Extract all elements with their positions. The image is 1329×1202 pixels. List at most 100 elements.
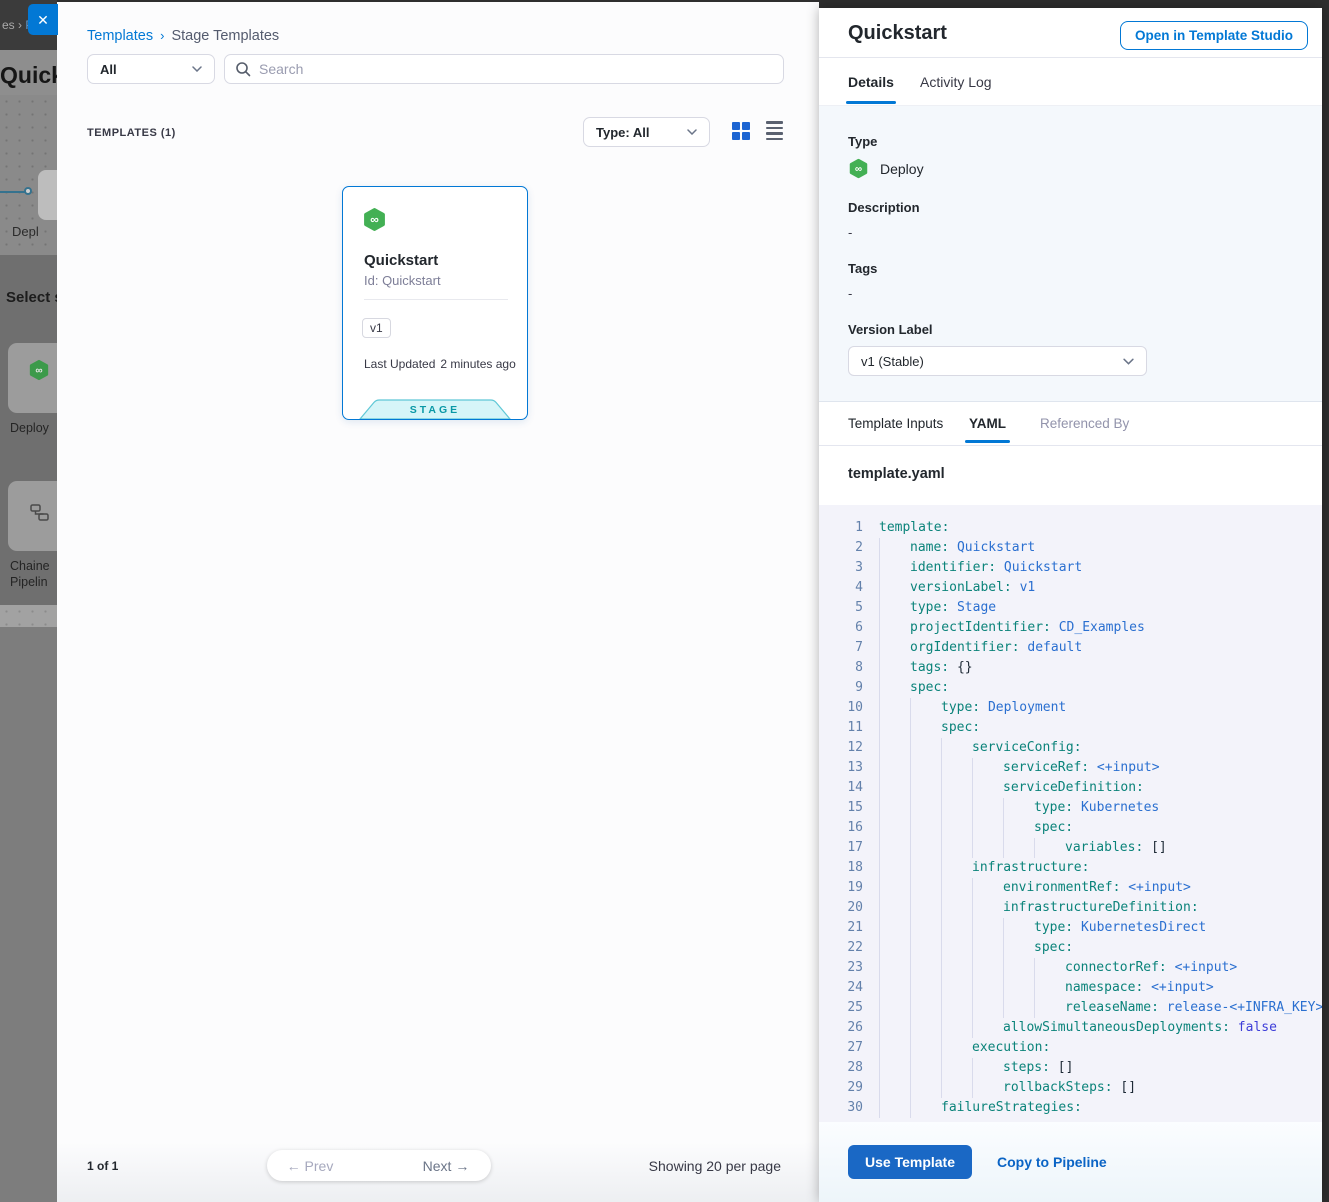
yaml-line: 20infrastructureDefinition: bbox=[829, 898, 1322, 918]
description-value: - bbox=[848, 225, 1322, 240]
use-template-button[interactable]: Use Template bbox=[848, 1145, 972, 1179]
page-size-label: Showing 20 per page bbox=[649, 1158, 781, 1174]
chained-card-label: Chaine Pipelin bbox=[10, 558, 50, 590]
yaml-line: 18infrastructure: bbox=[829, 858, 1322, 878]
yaml-line: 29rollbackSteps: [] bbox=[829, 1078, 1322, 1098]
tags-value: - bbox=[848, 286, 1322, 301]
template-card-quickstart[interactable]: ∞ Quickstart Id: Quickstart v1 Last Upda… bbox=[342, 186, 528, 420]
deploy-stage-icon: ∞ bbox=[848, 158, 869, 179]
templates-list-header: TEMPLATES (1) Type: All bbox=[87, 115, 789, 149]
yaml-line: 21type: KubernetesDirect bbox=[829, 918, 1322, 938]
yaml-line: 26allowSimultaneousDeployments: false bbox=[829, 1018, 1322, 1038]
chevron-down-icon bbox=[1123, 358, 1134, 365]
deploy-card-label: Deploy bbox=[10, 420, 49, 436]
open-in-template-studio-button[interactable]: Open in Template Studio bbox=[1120, 21, 1308, 50]
yaml-line: 13serviceRef: <+input> bbox=[829, 758, 1322, 778]
chevron-down-icon bbox=[687, 129, 697, 135]
yaml-line: 24namespace: <+input> bbox=[829, 978, 1322, 998]
svg-text:∞: ∞ bbox=[35, 366, 42, 377]
breadcrumb-chevron-icon: › bbox=[160, 28, 164, 43]
version-dropdown[interactable]: v1 (Stable) bbox=[848, 346, 1147, 376]
panel-footer: Use Template Copy to Pipeline bbox=[819, 1122, 1322, 1202]
next-page-button[interactable]: Next → bbox=[401, 1150, 491, 1181]
yaml-line: 7orgIdentifier: default bbox=[829, 638, 1322, 658]
details-tabs: Details Activity Log bbox=[819, 58, 1322, 106]
type-value: Deploy bbox=[880, 161, 924, 177]
chained-pipeline-icon bbox=[30, 503, 50, 523]
pipeline-stage-label: Depl bbox=[12, 224, 39, 239]
select-stage-heading: Select s bbox=[6, 289, 57, 306]
yaml-filename: template.yaml bbox=[848, 466, 945, 482]
yaml-line: 1template: bbox=[829, 518, 1322, 538]
yaml-line: 25releaseName: release-<+INFRA_KEY> bbox=[829, 998, 1322, 1018]
type-value-row: ∞ Deploy bbox=[848, 158, 1322, 179]
version-badge: v1 bbox=[362, 318, 391, 338]
search-input[interactable] bbox=[259, 61, 773, 77]
yaml-line: 9spec: bbox=[829, 678, 1322, 698]
background-stage-picker: Select s ∞ Deploy Chaine Pipelin bbox=[0, 255, 57, 605]
pagination-summary: 1 of 1 bbox=[87, 1159, 118, 1173]
prev-page-button[interactable]: ← Prev bbox=[267, 1150, 353, 1181]
deploy-stage-card: ∞ bbox=[8, 343, 57, 413]
yaml-line: 15type: Kubernetes bbox=[829, 798, 1322, 818]
card-divider bbox=[364, 299, 508, 300]
yaml-line: 16spec: bbox=[829, 818, 1322, 838]
yaml-line: 14serviceDefinition: bbox=[829, 778, 1322, 798]
yaml-line: 11spec: bbox=[829, 718, 1322, 738]
type-filter-value: Type: All bbox=[596, 125, 649, 140]
background-pipeline-canvas: Depl bbox=[0, 95, 57, 255]
template-title: Quickstart bbox=[848, 22, 947, 45]
scope-filter-dropdown[interactable]: All bbox=[87, 54, 215, 84]
copy-to-pipeline-link[interactable]: Copy to Pipeline bbox=[997, 1154, 1107, 1170]
yaml-line: 12serviceConfig: bbox=[829, 738, 1322, 758]
yaml-line: 2name: Quickstart bbox=[829, 538, 1322, 558]
template-details-panel: Quickstart Open in Template Studio Detai… bbox=[819, 8, 1322, 1202]
tab-template-inputs[interactable]: Template Inputs bbox=[848, 416, 943, 431]
yaml-file-bar: template.yaml bbox=[819, 446, 1322, 505]
background-dotted-band bbox=[0, 605, 57, 627]
template-card-id: Id: Quickstart bbox=[364, 273, 441, 288]
yaml-code[interactable]: 1template:2name: Quickstart3identifier: … bbox=[819, 505, 1322, 1122]
list-view-button[interactable] bbox=[766, 121, 783, 140]
page-1-button[interactable]: 1 bbox=[353, 1150, 401, 1181]
yaml-line: 28steps: [] bbox=[829, 1058, 1322, 1078]
search-box bbox=[224, 54, 784, 84]
arrow-right-icon: → bbox=[455, 1158, 469, 1174]
version-label: Version Label bbox=[848, 322, 1322, 337]
breadcrumb-templates-link[interactable]: Templates bbox=[87, 28, 153, 44]
tab-yaml[interactable]: YAML bbox=[969, 416, 1006, 431]
last-updated: Last Updated2 minutes ago bbox=[364, 357, 516, 371]
version-dropdown-value: v1 (Stable) bbox=[861, 354, 924, 369]
svg-text:∞: ∞ bbox=[370, 213, 379, 227]
deploy-stage-icon: ∞ bbox=[362, 207, 387, 232]
type-filter-dropdown[interactable]: Type: All bbox=[583, 117, 710, 147]
tab-activity-log[interactable]: Activity Log bbox=[920, 74, 992, 90]
tags-label: Tags bbox=[848, 261, 1322, 276]
search-icon bbox=[235, 61, 251, 77]
dimmed-background: es › Pipe Quicks Depl Select s ∞ Deploy … bbox=[0, 0, 57, 1202]
view-toggle bbox=[732, 121, 783, 140]
yaml-line: 3identifier: Quickstart bbox=[829, 558, 1322, 578]
description-label: Description bbox=[848, 200, 1322, 215]
yaml-line: 10type: Deployment bbox=[829, 698, 1322, 718]
yaml-line: 4versionLabel: v1 bbox=[829, 578, 1322, 598]
template-card-title: Quickstart bbox=[364, 252, 438, 269]
close-drawer-button[interactable]: ✕ bbox=[28, 4, 58, 35]
templates-count: TEMPLATES (1) bbox=[87, 127, 176, 139]
breadcrumb: Templates › Stage Templates bbox=[87, 28, 279, 44]
deploy-stage-icon: ∞ bbox=[28, 359, 50, 381]
yaml-line: 8tags: {} bbox=[829, 658, 1322, 678]
grid-view-button[interactable] bbox=[732, 122, 750, 140]
tab-details[interactable]: Details bbox=[848, 74, 894, 90]
yaml-line: 6projectIdentifier: CD_Examples bbox=[829, 618, 1322, 638]
breadcrumb-current: Stage Templates bbox=[171, 28, 279, 44]
tab-referenced-by[interactable]: Referenced By bbox=[1040, 416, 1129, 431]
yaml-line: 17variables: [] bbox=[829, 838, 1322, 858]
type-label: Type bbox=[848, 134, 1322, 149]
pipeline-stage-node bbox=[38, 170, 57, 220]
yaml-line: 5type: Stage bbox=[829, 598, 1322, 618]
pagination-pill: ← Prev 1 Next → bbox=[267, 1150, 491, 1181]
background-pipeline-title: Quicks bbox=[0, 62, 57, 89]
details-header: Quickstart Open in Template Studio bbox=[819, 8, 1322, 58]
chevron-down-icon bbox=[192, 66, 202, 72]
